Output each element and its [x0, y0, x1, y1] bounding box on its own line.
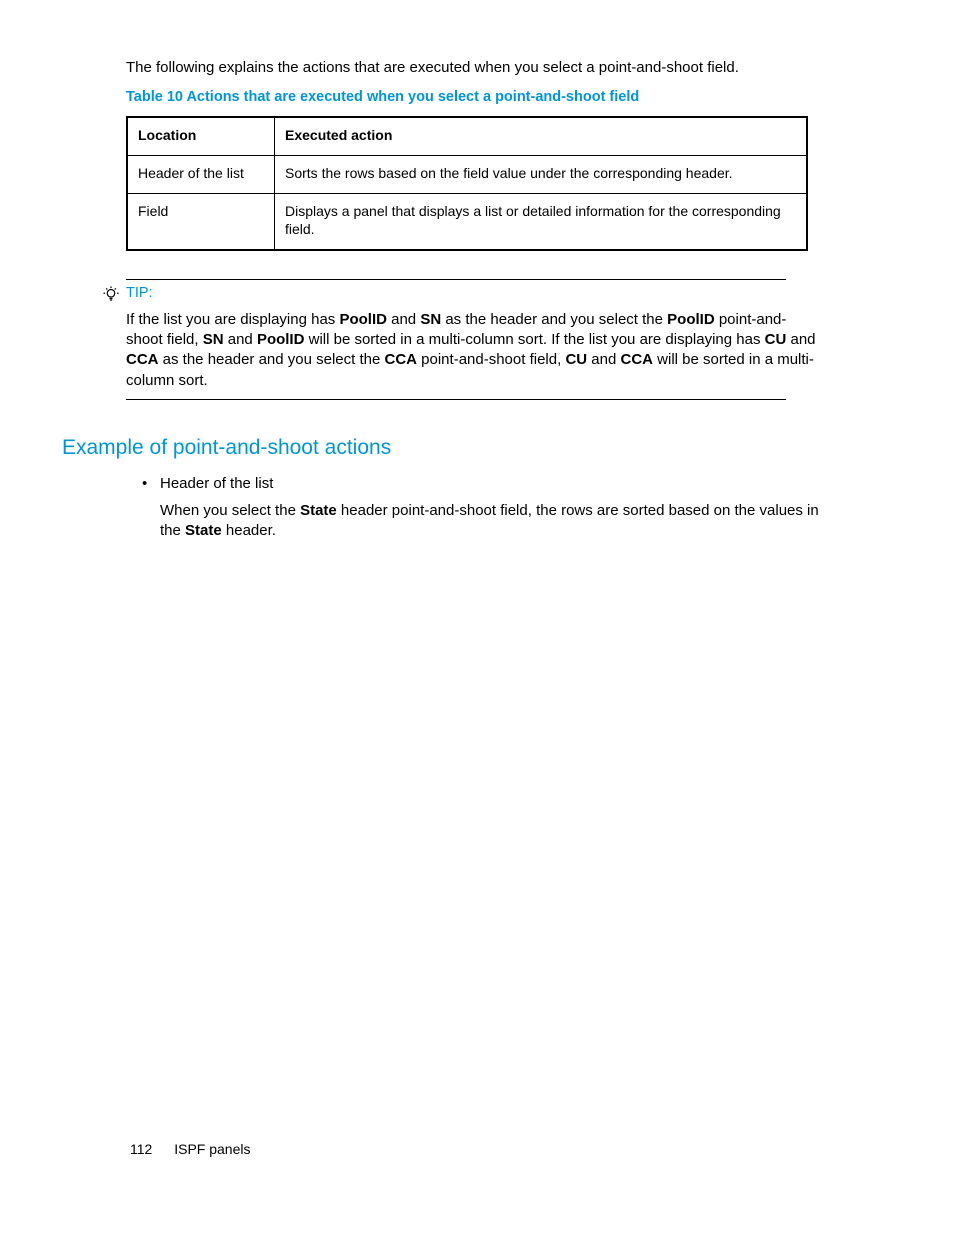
bullet-list: Header of the list [138, 474, 860, 494]
table-cell: Header of the list [127, 155, 275, 193]
table-row: Header of the list Sorts the rows based … [127, 155, 807, 193]
text: and [587, 351, 620, 368]
footer-title: ISPF panels [174, 1141, 250, 1157]
document-page: The following explains the actions that … [0, 0, 954, 1235]
text: If the list you are displaying has [126, 311, 339, 328]
list-item: Header of the list [138, 474, 860, 494]
text: as the header and you select the [441, 311, 667, 328]
text: point-and-shoot field, [417, 351, 565, 368]
text-bold: State [300, 502, 337, 519]
table-row: Field Displays a panel that displays a l… [127, 193, 807, 250]
text: and [387, 311, 420, 328]
table-caption: Table 10 Actions that are executed when … [126, 88, 860, 108]
table-cell: Displays a panel that displays a list or… [275, 193, 808, 250]
text-bold: SN [203, 331, 224, 348]
text: header. [222, 522, 276, 539]
list-item-text: Header of the list [160, 475, 273, 492]
page-footer: 112 ISPF panels [130, 1140, 250, 1159]
text: When you select the [160, 502, 300, 519]
lightbulb-icon [102, 285, 120, 309]
text-bold: PoolID [257, 331, 305, 348]
text-bold: CCA [620, 351, 653, 368]
intro-paragraph: The following explains the actions that … [126, 58, 860, 78]
divider [126, 279, 786, 280]
table-header-row: Location Executed action [127, 117, 807, 155]
actions-table: Location Executed action Header of the l… [126, 116, 808, 252]
text-bold: PoolID [339, 311, 387, 328]
divider [126, 399, 786, 400]
table-cell: Field [127, 193, 275, 250]
table-header-action: Executed action [275, 117, 808, 155]
tip-block: TIP: If the list you are displaying has … [126, 279, 860, 400]
text: and [786, 331, 815, 348]
text-bold: CU [565, 351, 587, 368]
text: and [224, 331, 257, 348]
text-bold: State [185, 522, 222, 539]
section-heading: Example of point-and-shoot actions [62, 434, 860, 462]
tip-body: If the list you are displaying has PoolI… [126, 310, 820, 391]
table-cell: Sorts the rows based on the field value … [275, 155, 808, 193]
text-bold: CU [765, 331, 787, 348]
table-header-location: Location [127, 117, 275, 155]
text: as the header and you select the [159, 351, 385, 368]
page-number: 112 [130, 1140, 152, 1159]
tip-label: TIP: [126, 284, 860, 304]
text-bold: CCA [385, 351, 418, 368]
sub-paragraph: When you select the State header point-a… [160, 501, 860, 542]
text-bold: PoolID [667, 311, 715, 328]
text: will be sorted in a multi-column sort. I… [304, 331, 764, 348]
text-bold: CCA [126, 351, 159, 368]
text-bold: SN [420, 311, 441, 328]
